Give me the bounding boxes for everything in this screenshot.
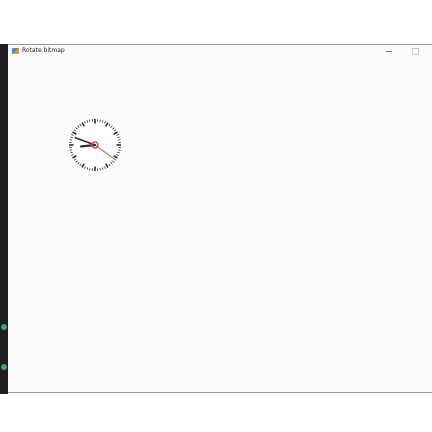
minute-tick	[89, 167, 91, 171]
analog-clock	[67, 117, 123, 173]
minute-tick	[117, 139, 121, 141]
minute-tick	[99, 119, 101, 123]
window-title: Rotate bitmap	[22, 47, 65, 54]
minute-tick	[117, 149, 121, 151]
minimize-icon	[386, 51, 392, 52]
maximize-icon	[412, 48, 419, 55]
maximize-button[interactable]	[406, 45, 426, 59]
minute-tick	[69, 149, 73, 151]
app-icon	[12, 48, 19, 54]
status-dot	[1, 364, 7, 370]
minute-tick	[89, 119, 91, 123]
background-window-strip	[0, 44, 8, 394]
clock-center-pin	[94, 144, 96, 146]
app-window: Rotate bitmap	[8, 44, 432, 393]
minute-tick	[69, 139, 73, 141]
minimize-button[interactable]	[380, 45, 400, 59]
minute-tick	[99, 167, 101, 171]
title-bar[interactable]: Rotate bitmap	[8, 45, 432, 59]
status-dot	[1, 324, 7, 330]
